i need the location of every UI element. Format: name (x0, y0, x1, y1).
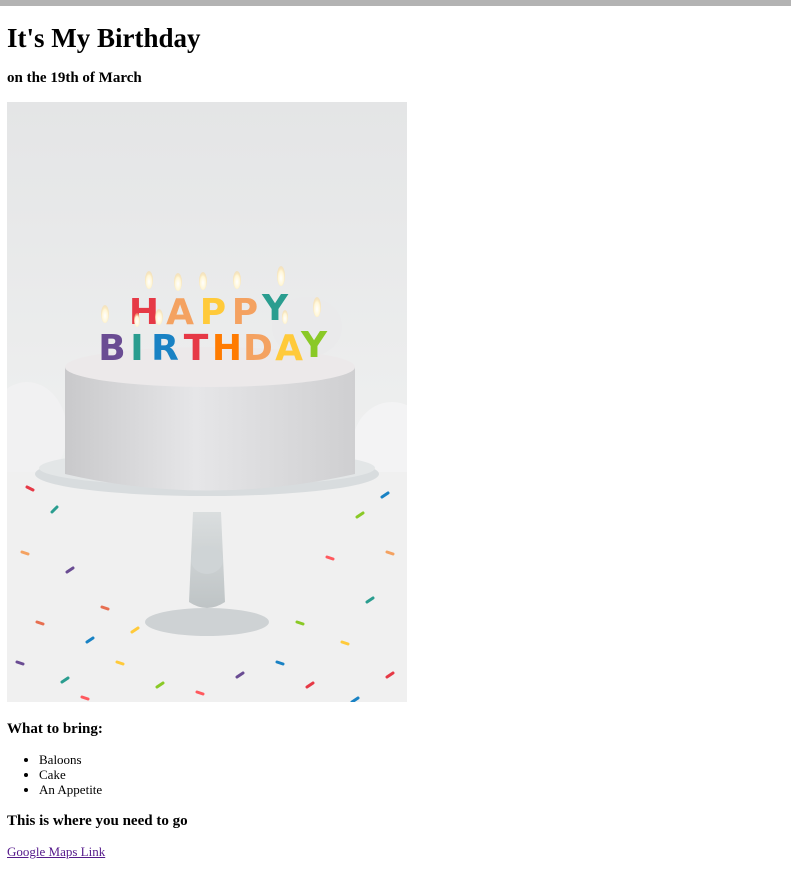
location-heading: This is where you need to go (7, 813, 188, 829)
browser-top-bar (0, 0, 791, 6)
google-maps-link[interactable]: Google Maps Link (7, 844, 105, 859)
svg-text:D: D (243, 328, 273, 369)
list-item: Baloons (39, 752, 102, 767)
svg-text:Y: Y (300, 325, 328, 366)
list-item: An Appetite (39, 782, 102, 797)
bring-list: Baloons Cake An Appetite (7, 752, 102, 797)
svg-text:P: P (232, 292, 258, 333)
svg-text:A: A (166, 292, 194, 333)
svg-text:T: T (184, 328, 209, 369)
page-subtitle: on the 19th of March (7, 70, 142, 86)
birthday-cake-image: H A P P Y B I R T H D A Y (7, 102, 407, 702)
svg-text:P: P (200, 292, 226, 333)
svg-text:A: A (275, 328, 303, 369)
bring-heading: What to bring: (7, 721, 103, 737)
list-item: Cake (39, 767, 102, 782)
svg-text:R: R (151, 328, 179, 369)
svg-text:B: B (98, 328, 125, 369)
page-title: It's My Birthday (7, 23, 201, 53)
svg-text:H: H (212, 328, 242, 369)
svg-text:H: H (129, 292, 159, 333)
svg-text:I: I (130, 328, 143, 369)
